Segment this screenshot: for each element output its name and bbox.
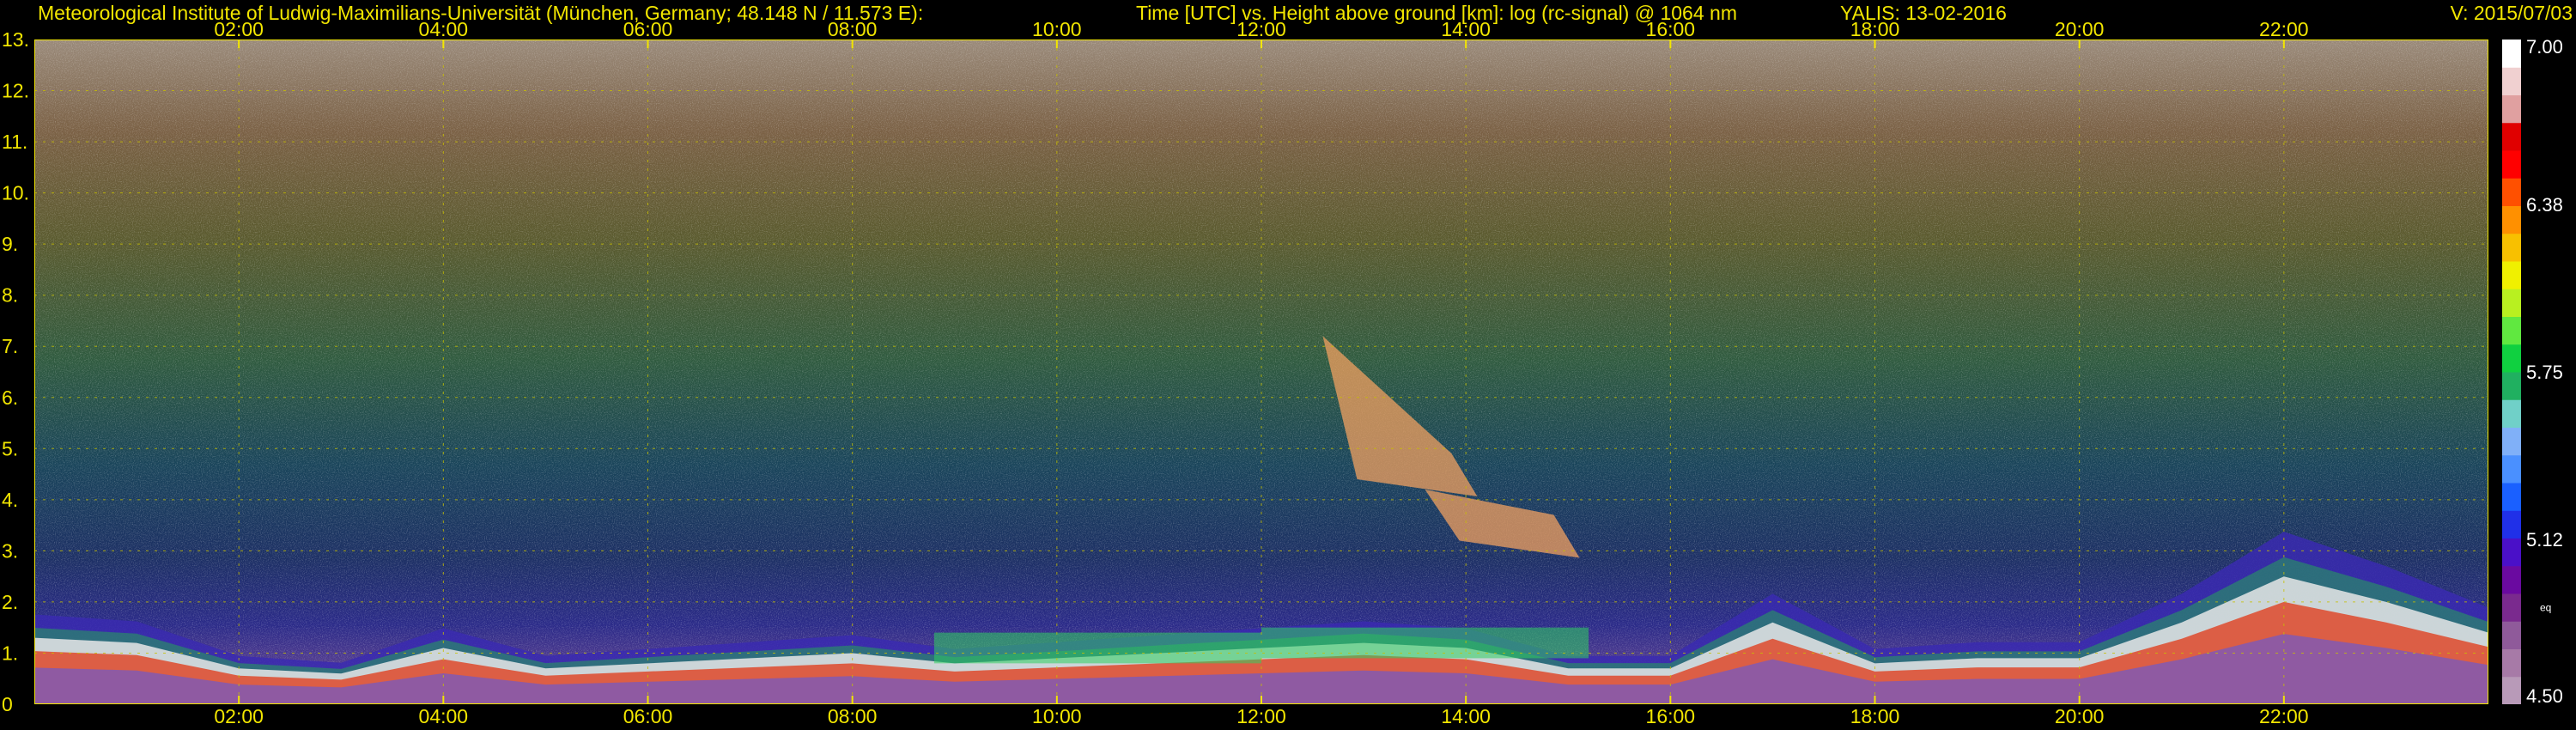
x-tick-label: 02:00 (214, 705, 264, 727)
x-axis-top: 02:00 04:00 06:00 08:00 10:00 12:00 14:00 16:00… (214, 18, 2309, 40)
colorbar-swatch (2502, 510, 2521, 538)
x-tick-label: 14:00 (1441, 18, 1491, 40)
y-tick-label: 11. (2, 131, 27, 153)
x-tick-label: 04:00 (419, 18, 469, 40)
x-tick-label: 16:00 (1646, 18, 1696, 40)
colorbar-swatch (2502, 261, 2521, 289)
colorbar-label: 5.12 (2526, 529, 2563, 551)
colorbar-label: 6.38 (2526, 194, 2563, 216)
y-axis: 0 1. 2. 3. 4. 5. 6. 7. 8. 9. 10. 11. 12. 13. (2, 28, 29, 713)
x-tick-label: 12:00 (1236, 705, 1286, 727)
lidar-heatmap-svg (34, 40, 2488, 704)
aerosol-band (933, 632, 1261, 664)
colorbar-swatch (2502, 648, 2521, 678)
lidar-plot (34, 40, 2488, 704)
x-tick-label: 10:00 (1032, 18, 1082, 40)
y-tick-label: 5. (2, 437, 18, 459)
colorbar-swatch (2502, 399, 2521, 428)
y-tick-label: 3. (2, 539, 18, 562)
y-tick-label: 9. (2, 233, 18, 255)
y-tick-label: 13. (2, 28, 29, 51)
colorbar-swatch (2502, 344, 2521, 373)
x-tick-label: 18:00 (1850, 705, 1900, 727)
colorbar-swatch (2502, 565, 2521, 594)
x-tick-label: 12:00 (1236, 18, 1286, 40)
x-tick-label: 16:00 (1646, 705, 1696, 727)
x-tick-label: 22:00 (2259, 705, 2309, 727)
colorbar-swatch (2502, 94, 2521, 124)
colorbar-swatch (2502, 178, 2521, 206)
colorbar-swatch (2502, 593, 2521, 622)
colorbar-swatch (2502, 150, 2521, 179)
signal-noise (34, 40, 2488, 704)
colorbar-swatch (2502, 205, 2521, 234)
colorbar-swatch (2502, 676, 2521, 704)
colorbar-swatch (2502, 427, 2521, 456)
x-axis-bottom: 02:00 04:00 06:00 08:00 10:00 12:00 14:00 16:00… (214, 705, 2309, 727)
colorbar-swatch (2502, 289, 2521, 317)
y-tick-label: 12. (2, 80, 29, 102)
colorbar-unit: eq (2540, 602, 2551, 614)
colorbar-swatch (2502, 483, 2521, 511)
y-tick-label: 2. (2, 591, 18, 613)
aerosol-band (1261, 627, 1589, 659)
colorbar-swatch (2502, 40, 2521, 68)
x-tick-label: 06:00 (623, 705, 673, 727)
colorbar-swatch (2502, 67, 2521, 95)
y-tick-label: 0 (2, 693, 13, 713)
x-tick-label: 10:00 (1032, 705, 1082, 727)
colorbar: 7.00 6.38 5.75 5.12 4.50 eq (2502, 40, 2563, 704)
colorbar-swatch (2502, 372, 2521, 400)
x-tick-label: 06:00 (623, 18, 673, 40)
x-tick-label: 18:00 (1850, 18, 1900, 40)
colorbar-swatch (2502, 316, 2521, 345)
x-tick-label: 04:00 (419, 705, 469, 727)
x-tick-label: 20:00 (2055, 705, 2105, 727)
x-tick-label: 20:00 (2055, 18, 2105, 40)
y-tick-label: 1. (2, 642, 18, 664)
colorbar-label: 7.00 (2526, 40, 2563, 58)
colorbar-label: 4.50 (2526, 685, 2563, 704)
colorbar-swatch (2502, 122, 2521, 151)
x-tick-label: 22:00 (2259, 18, 2309, 40)
x-tick-label: 14:00 (1441, 705, 1491, 727)
y-tick-label: 7. (2, 335, 18, 357)
colorbar-swatch (2502, 233, 2521, 262)
colorbar-label: 5.75 (2526, 362, 2563, 383)
x-tick-label: 08:00 (828, 705, 878, 727)
colorbar-swatch (2502, 621, 2521, 649)
x-tick-label: 02:00 (214, 18, 264, 40)
y-tick-label: 6. (2, 386, 18, 409)
colorbar-swatch (2502, 538, 2521, 567)
y-tick-label: 10. (2, 182, 29, 204)
y-tick-label: 4. (2, 489, 18, 511)
x-tick-label: 08:00 (828, 18, 878, 40)
colorbar-swatch (2502, 454, 2521, 484)
y-tick-label: 8. (2, 284, 18, 307)
